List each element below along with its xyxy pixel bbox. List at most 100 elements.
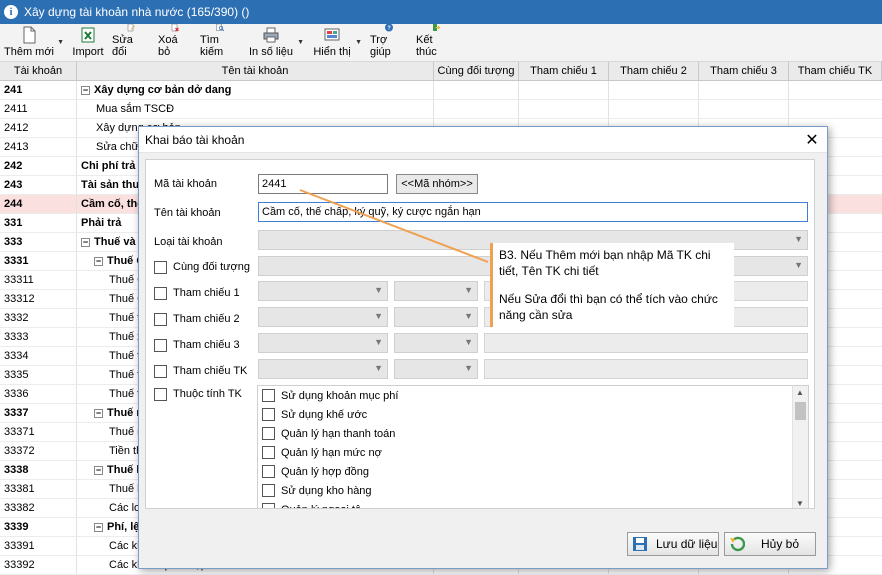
reference-tk-field[interactable] xyxy=(484,359,808,379)
attribute-checkbox[interactable] xyxy=(262,389,275,402)
attribute-option[interactable]: Quản lý ngoại tệ xyxy=(258,500,808,509)
display-label: Hiển thị xyxy=(313,46,351,58)
account-code-cell: 3333 xyxy=(0,328,77,346)
account-attributes-checkbox[interactable] xyxy=(154,388,167,401)
chevron-down-icon[interactable]: ▼ xyxy=(57,39,64,46)
column-header-reference-tk[interactable]: Tham chiếu TK xyxy=(789,62,882,80)
attribute-label: Quản lý hợp đồng xyxy=(281,465,369,478)
reference-2-select-b[interactable]: ▼ xyxy=(394,307,478,327)
attribute-checkbox[interactable] xyxy=(262,503,275,508)
reference-1-select-b[interactable]: ▼ xyxy=(394,281,478,301)
print-button[interactable]: In số liệu ▼ xyxy=(244,23,304,61)
add-new-button[interactable]: Thêm mới ▼ xyxy=(0,23,64,61)
scroll-thumb[interactable] xyxy=(795,402,806,420)
attribute-label: Quản lý ngoại tệ xyxy=(281,504,361,509)
account-code-cell: 33392 xyxy=(0,556,77,574)
floppy-disk-icon xyxy=(633,537,647,551)
column-header-reference-3[interactable]: Tham chiếu 3 xyxy=(699,62,789,80)
collapse-icon[interactable]: − xyxy=(94,465,103,475)
attribute-option[interactable]: Quản lý hợp đồng xyxy=(258,462,808,481)
reference-1-select-a[interactable]: ▼ xyxy=(258,281,388,301)
account-code-cell: 33391 xyxy=(0,537,77,555)
reference-3-select-b[interactable]: ▼ xyxy=(394,333,478,353)
column-header-reference-1[interactable]: Tham chiếu 1 xyxy=(519,62,609,80)
column-header-account[interactable]: Tài khoản xyxy=(0,62,77,80)
attribute-checkbox[interactable] xyxy=(262,446,275,459)
table-row[interactable]: 2411 Mua sắm TSCĐ xyxy=(0,100,882,119)
group-code-button[interactable]: <<Mã nhóm>> xyxy=(396,174,478,194)
collapse-icon[interactable]: − xyxy=(94,256,103,266)
dialog-titlebar: Khai báo tài khoản ✕ xyxy=(139,127,827,153)
exit-icon xyxy=(433,24,441,31)
reference-3-checkbox[interactable] xyxy=(154,339,167,352)
attributes-scrollbar[interactable]: ▲ ▼ xyxy=(792,386,808,508)
account-type-label: Loại tài khoản xyxy=(154,236,223,248)
exit-button[interactable]: Kết thúc xyxy=(412,23,460,61)
attribute-option[interactable]: Quản lý hạn thanh toán xyxy=(258,424,808,443)
column-header-same-object[interactable]: Cùng đối tượng xyxy=(434,62,519,80)
search-button[interactable]: Tìm kiếm xyxy=(196,23,244,61)
attribute-checkbox[interactable] xyxy=(262,484,275,497)
reference-tk-checkbox[interactable] xyxy=(154,365,167,378)
account-code-cell: 33381 xyxy=(0,480,77,498)
attribute-option[interactable]: Quản lý hạn mức nợ xyxy=(258,443,808,462)
collapse-icon[interactable]: − xyxy=(81,85,90,95)
help-label: Trợ giúp xyxy=(370,34,391,58)
help-button[interactable]: ? Trợ giúp xyxy=(366,23,412,61)
account-code-input[interactable]: 2441 xyxy=(258,174,388,194)
close-icon[interactable]: ✕ xyxy=(797,130,827,150)
attribute-checkbox[interactable] xyxy=(262,465,275,478)
account-declaration-dialog: Khai báo tài khoản ✕ Mã tài khoản 2441 <… xyxy=(138,126,828,569)
collapse-icon[interactable]: − xyxy=(81,237,90,247)
account-name-input[interactable]: Cầm cố, thế chấp, ký quỹ, ký cược ngắn h… xyxy=(258,202,808,222)
cancel-button[interactable]: Hủy bỏ xyxy=(724,532,816,556)
column-header-reference-2[interactable]: Tham chiếu 2 xyxy=(609,62,699,80)
edit-button[interactable]: Sửa đổi xyxy=(108,23,154,61)
chevron-down-icon: ▼ xyxy=(374,311,383,321)
delete-button[interactable]: Xoá bỏ xyxy=(154,23,196,61)
table-cell xyxy=(609,100,699,118)
reference-2-checkbox[interactable] xyxy=(154,313,167,326)
attribute-checkbox[interactable] xyxy=(262,427,275,440)
collapse-icon[interactable]: − xyxy=(94,408,103,418)
import-button[interactable]: Import xyxy=(68,23,108,61)
reference-1-checkbox[interactable] xyxy=(154,287,167,300)
attribute-option[interactable]: Sử dụng khế ước xyxy=(258,405,808,424)
account-code-cell: 243 xyxy=(0,176,77,194)
edit-label: Sửa đổi xyxy=(112,34,133,58)
save-button[interactable]: Lưu dữ liệu xyxy=(627,532,719,556)
account-code-cell: 244 xyxy=(0,195,77,213)
reference-3-select-a[interactable]: ▼ xyxy=(258,333,388,353)
account-name-cell: − Xây dựng cơ bản dở dang xyxy=(77,81,434,99)
chevron-down-icon: ▼ xyxy=(464,285,473,295)
reference-2-select-a[interactable]: ▼ xyxy=(258,307,388,327)
display-icon xyxy=(324,28,340,41)
account-code-cell: 3339 xyxy=(0,518,77,536)
reference-tk-select-a[interactable]: ▼ xyxy=(258,359,388,379)
reference-tk-select-b[interactable]: ▼ xyxy=(394,359,478,379)
table-row[interactable]: 241− Xây dựng cơ bản dở dang xyxy=(0,81,882,100)
display-button[interactable]: Hiển thị ▼ xyxy=(308,23,362,61)
attribute-option[interactable]: Sử dụng kho hàng xyxy=(258,481,808,500)
scroll-up-icon[interactable]: ▲ xyxy=(796,388,804,397)
table-cell xyxy=(699,100,789,118)
attribute-checkbox[interactable] xyxy=(262,408,275,421)
account-code-label: Mã tài khoản xyxy=(154,178,217,190)
collapse-icon[interactable]: − xyxy=(94,522,103,532)
attribute-label: Sử dụng khoản mục phí xyxy=(281,389,399,402)
table-cell xyxy=(789,81,882,99)
reference-3-field[interactable] xyxy=(484,333,808,353)
same-object-checkbox[interactable] xyxy=(154,261,167,274)
info-icon: i xyxy=(4,5,18,19)
account-name-cell: Mua sắm TSCĐ xyxy=(77,100,434,118)
chevron-down-icon[interactable]: ▼ xyxy=(297,39,304,46)
scroll-down-icon[interactable]: ▼ xyxy=(796,499,804,508)
attribute-option[interactable]: Sử dụng khoản mục phí xyxy=(258,386,808,405)
chevron-down-icon: ▼ xyxy=(464,337,473,347)
undo-arrow-icon xyxy=(730,536,745,552)
account-name-text: Phải trả xyxy=(81,217,122,229)
attributes-list[interactable]: Sử dụng khoản mục phí Sử dụng khế ước Quản… xyxy=(257,385,809,509)
chevron-down-icon[interactable]: ▼ xyxy=(355,39,362,46)
column-header-account-name[interactable]: Tên tài khoản xyxy=(77,62,434,80)
account-code-cell: 2413 xyxy=(0,138,77,156)
